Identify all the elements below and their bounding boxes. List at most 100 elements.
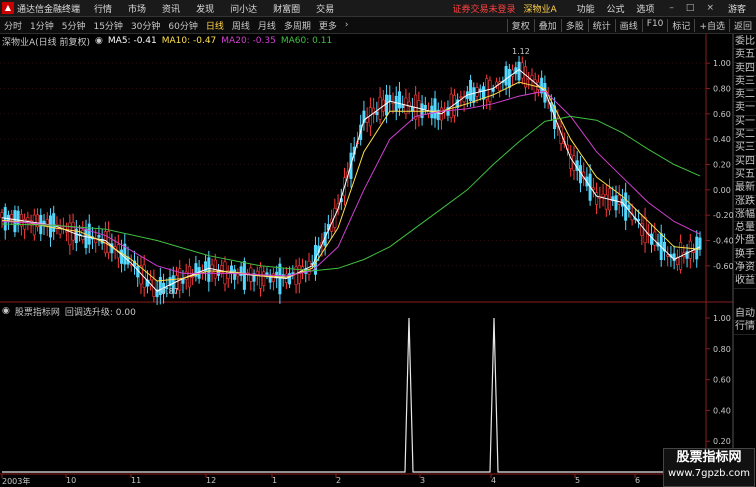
x-date-label: 11 [131,476,142,485]
sidebar-item[interactable]: 卖一 [734,102,756,116]
sidebar-item[interactable]: 卖三 [734,76,756,90]
sub-y-tick-label: 0.60 [713,376,731,385]
candle-body [297,265,301,284]
candle-body [459,96,463,99]
x-date-label: 12 [206,476,217,485]
candle-body [591,187,595,190]
candle-body [259,266,263,289]
sidebar-item[interactable]: 委比 [734,36,756,50]
sub-y-tick-label: 0.80 [713,345,731,354]
watermark-url: www.7gpzb.com [668,468,750,479]
settings-icon[interactable]: ◉ [2,306,10,316]
candle-body [87,223,91,245]
sidebar-item[interactable]: 最新 [734,182,756,196]
candle-body [48,215,52,238]
candle-body [469,79,473,101]
indicator-value: 回调选升级: 0.00 [64,307,136,318]
high-price-label: 1.12 [512,47,530,56]
candle-body [0,212,4,218]
candle-body [65,230,69,233]
candle-body [481,86,485,100]
settings-icon[interactable]: ◉ [95,36,103,46]
sidebar-item[interactable]: 买四 [734,156,756,169]
candle-body [207,257,211,282]
x-date-label: 1 [272,476,278,485]
candle-body [614,195,618,211]
candle-body [507,68,511,88]
y-tick-label: -0.60 [713,262,734,271]
sidebar-item[interactable]: 净资 [734,262,756,276]
y-tick-label: 1.00 [713,59,731,68]
candle-body [504,66,508,86]
candle-body [488,79,492,102]
candle-body [385,94,389,116]
sub-y-tick-label: 0.20 [713,437,731,446]
ma20-value: MA20: -0.35 [221,36,276,46]
y-tick-label: 0.40 [713,135,731,144]
sidebar-item[interactable]: 买二 [734,129,756,143]
watermark-title: 股票指标网 [676,450,742,465]
sidebar-item[interactable]: 涨幅 [734,209,756,223]
candle-body [52,213,56,232]
sidebar-item[interactable]: 涨跌 [734,196,756,209]
candle-body [120,249,124,264]
quote-sidebar: 委比 卖五 卖四 卖三 卖二 卖一 买一 买二 买三 买四 买五 最新 涨跌 涨… [734,36,756,289]
sidebar-item[interactable]: 卖五 [734,49,756,63]
candle-body [388,94,392,102]
candle-body [368,107,372,127]
candle-body [84,228,88,249]
sidebar-item[interactable]: 换手 [734,249,756,263]
candle-body [520,62,524,79]
candle-body [604,194,608,210]
candle-body [423,105,427,110]
candle-body [494,81,498,86]
candle-body [397,91,401,109]
sidebar-item[interactable]: 买三 [734,142,756,156]
candle-body [666,254,670,257]
candle-body [265,272,269,275]
candle-body [491,88,495,92]
candle-body [650,233,654,245]
low-price-label: -0.87 [158,287,179,296]
candle-body [26,217,30,221]
sidebar-item[interactable]: 收益 [734,275,756,289]
ma5-value: MA5: -0.41 [107,36,157,46]
y-tick-label: 0.20 [713,161,731,170]
y-tick-label: 0.60 [713,110,731,119]
x-date-label: 2 [336,476,342,485]
y-tick-label: 0.80 [713,85,731,94]
indicator-line [2,317,700,473]
sidebar-item[interactable]: 买一 [734,116,756,130]
sidebar-item[interactable]: 买五 [734,169,756,183]
sub-chart-title: 股票指标网 [14,307,60,318]
candle-body [401,104,405,108]
kline-chart[interactable]: 1.00 0.80 0.60 0.40 0.20 0.00 -0.20 -0.40 -0.60 1… [0,0,756,487]
y-tick-label: -0.40 [713,236,734,245]
sub-y-tick-label: 1.00 [713,314,731,323]
candle-body [433,98,437,119]
x-date-label: 6 [635,476,641,485]
candle-body [242,261,246,290]
chart-title: 深物业A(日线 前复权) [2,37,91,48]
sidebar-item[interactable]: 卖四 [734,63,756,76]
candle-body [472,87,476,103]
main-chart-info: 深物业A(日线 前复权) ◉ MA5: -0.41 MA10: -0.47 MA… [2,35,337,48]
candle-body [517,61,521,81]
candle-body [233,269,237,280]
sidebar-item[interactable]: 总量 [734,222,756,236]
sidebar-item-quotes[interactable]: 行情 [734,321,756,335]
sub-y-tick-label: 0.40 [713,406,731,415]
candle-body [81,229,85,240]
sidebar-bottom: 自动 行情 [734,308,756,335]
candle-body [601,193,605,198]
sidebar-item-auto[interactable]: 自动 [734,308,756,322]
candle-body [540,77,544,94]
candle-body [485,78,489,100]
y-tick-label: -0.20 [713,211,734,220]
candle-body [375,111,379,115]
sidebar-item[interactable]: 外盘 [734,235,756,249]
y-tick-label: 0.00 [713,186,731,195]
candle-body [97,235,101,238]
x-date-label: 2003年 [2,477,31,486]
sidebar-item[interactable]: 卖二 [734,89,756,103]
